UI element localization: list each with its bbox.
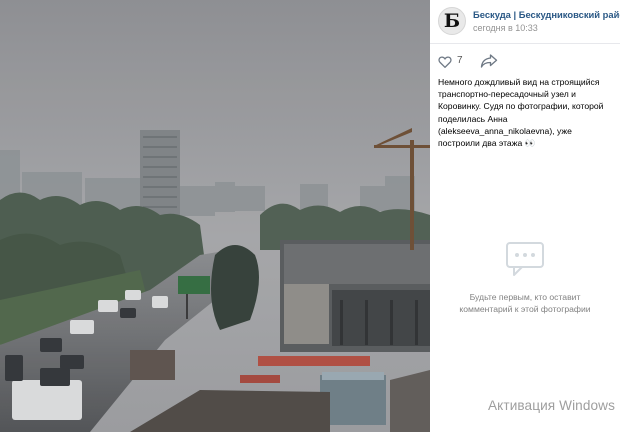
post-timestamp[interactable]: сегодня в 10:33 bbox=[473, 23, 538, 33]
empty-comments-text: Будьте первым, кто оставит комментарий к… bbox=[459, 292, 591, 314]
group-name-link[interactable]: Бескуда | Бескудниковский район bbox=[473, 9, 620, 20]
post-photo[interactable] bbox=[0, 0, 430, 432]
comment-bubble-icon bbox=[506, 242, 544, 276]
like-count: 7 bbox=[457, 55, 463, 66]
post-text: Немного дождливый вид на строящийся тран… bbox=[438, 77, 604, 149]
group-avatar[interactable]: Б bbox=[438, 7, 466, 35]
post-sidebar: Б Бескуда | Бескудниковский район сегодн… bbox=[430, 0, 620, 432]
heart-icon[interactable] bbox=[438, 55, 452, 68]
rainy-construction-photo bbox=[0, 0, 430, 432]
share-arrow-icon[interactable] bbox=[480, 53, 498, 69]
post-actions: 7 bbox=[438, 53, 538, 71]
windows-activation-watermark: Активация Windows bbox=[488, 398, 615, 413]
empty-comments: Будьте первым, кто оставит комментарий к… bbox=[430, 240, 620, 315]
avatar-letter: Б bbox=[443, 9, 461, 32]
post-header: Б Бескуда | Бескудниковский район сегодн… bbox=[438, 7, 620, 39]
header-divider bbox=[430, 43, 620, 44]
